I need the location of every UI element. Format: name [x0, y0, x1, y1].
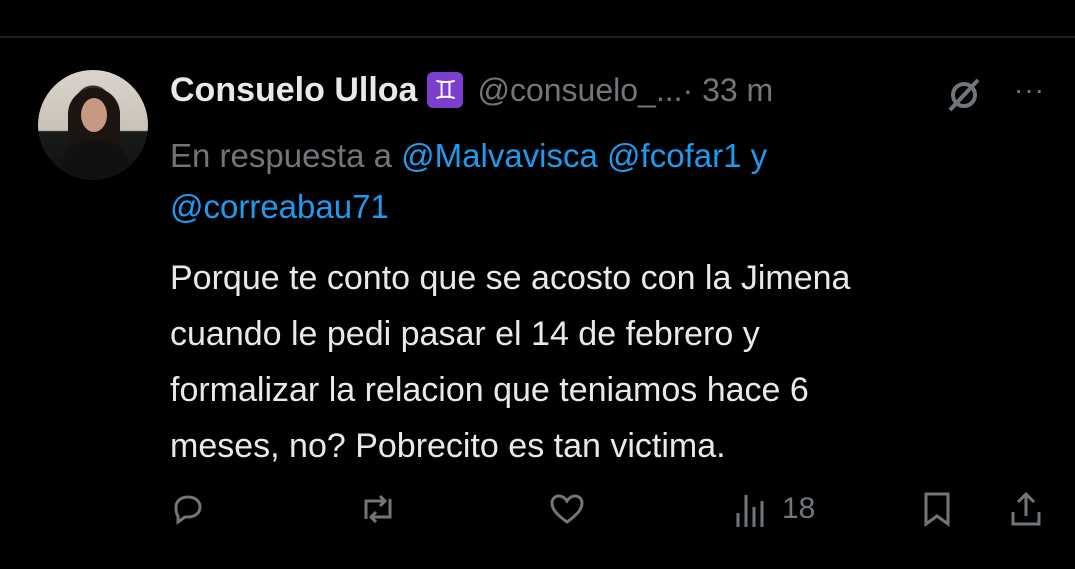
share-button[interactable] [1008, 484, 1044, 534]
tweet-text: Porque te conto que se acosto con la Jim… [170, 250, 1050, 474]
retweet-icon [364, 494, 392, 524]
tweet-text-line: formalizar la relacion que teniamos hace… [170, 371, 809, 409]
author-handle[interactable]: @consuelo_... [477, 72, 682, 109]
views-button[interactable]: 18 [732, 484, 815, 534]
bookmark-button[interactable] [920, 484, 954, 534]
retweet-button[interactable] [358, 484, 398, 534]
share-icon [1011, 491, 1041, 526]
bookmark-icon [924, 492, 950, 527]
reply-mention[interactable]: @Malvavisca [401, 137, 598, 174]
reply-mention[interactable]: @correabau71 [170, 188, 389, 225]
reply-mention[interactable]: @fcofar1 [607, 137, 741, 174]
reply-context: En respuesta a @Malvavisca @fcofar1 y @c… [170, 130, 1050, 232]
gemini-badge-icon: ♊ [427, 72, 464, 108]
tweet-text-line: meses, no? Pobrecito es tan victima. [170, 427, 726, 465]
reply-button[interactable] [170, 484, 206, 534]
avatar[interactable] [38, 70, 148, 180]
tweet-header: Consuelo Ulloa ♊ @consuelo_... · 33 m [170, 68, 773, 112]
top-divider [0, 36, 1075, 38]
views-icon [736, 495, 764, 527]
views-count: 18 [782, 492, 816, 525]
reply-conjunction: y [750, 137, 768, 174]
like-button[interactable] [548, 484, 586, 534]
tweet-time[interactable]: · 33 m [683, 72, 774, 109]
heart-icon [550, 494, 584, 524]
avatar-face [81, 98, 107, 132]
tweet-text-line: Porque te conto que se acosto con la Jim… [170, 259, 851, 297]
tweet-text-line: cuando le pedi pasar el 14 de febrero y [170, 315, 760, 353]
reply-icon [174, 495, 202, 525]
reply-prefix: En respuesta a [170, 137, 402, 174]
tweet-actions: 18 [0, 484, 1075, 534]
grok-icon[interactable] [944, 76, 984, 112]
author-name[interactable]: Consuelo Ulloa [170, 71, 417, 110]
more-options-icon[interactable]: ··· [1014, 74, 1045, 106]
